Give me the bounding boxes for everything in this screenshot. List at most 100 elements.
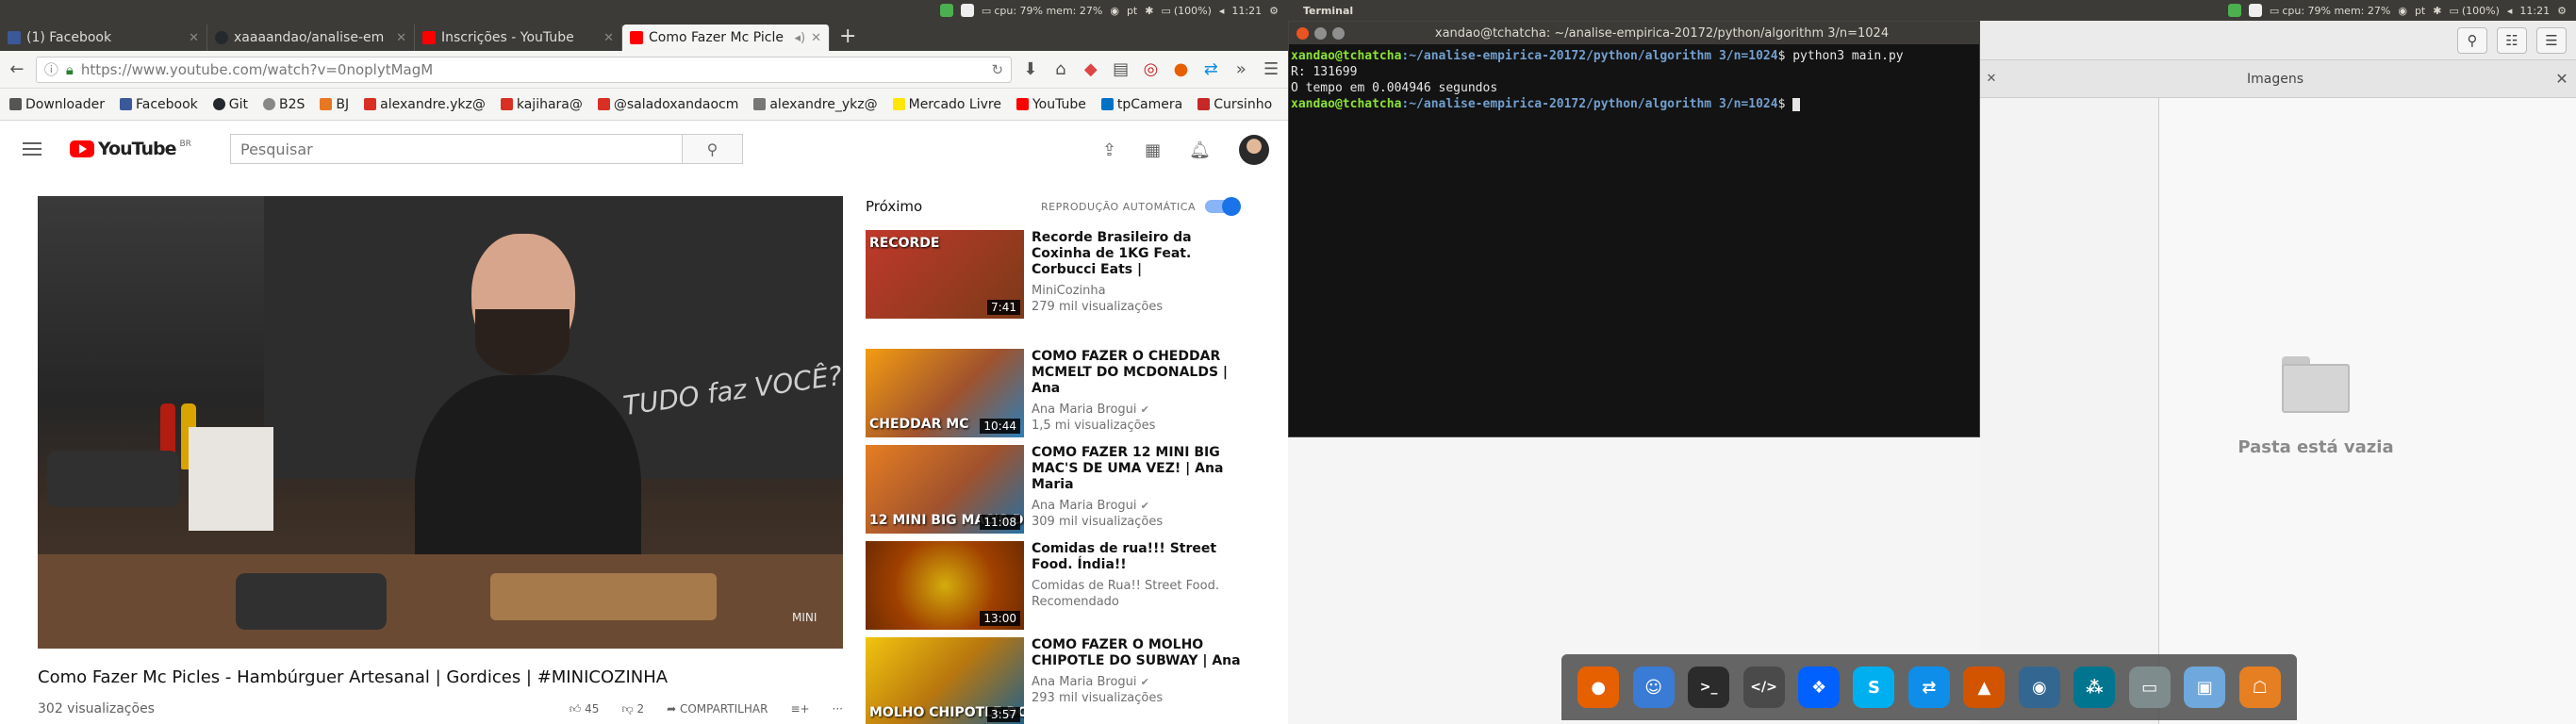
code-editor-icon[interactable]: </> <box>1742 666 1785 708</box>
keyboard-layout[interactable]: pt <box>2415 5 2425 17</box>
bookmark-youtube[interactable]: YouTube <box>1016 97 1086 112</box>
download-icon[interactable]: ⬇ <box>1019 59 1042 79</box>
wifi-icon[interactable]: ◉ <box>1110 5 1119 17</box>
video-thumbnail[interactable]: CHEDDAR MC 10:44 <box>866 349 1024 437</box>
video-player[interactable]: TUDO faz VOCÊ? MINI <box>38 196 843 649</box>
channel-name[interactable]: Ana Maria Brogui <box>1032 499 1137 513</box>
bookmark-gmail-salado[interactable]: @saladoxandaocm <box>597 97 738 112</box>
recommendation-item[interactable]: 12 MINI BIG MAC'S D 11:08 COMO FAZER 12 … <box>866 445 1262 534</box>
upload-icon[interactable]: ⇪ <box>1102 140 1116 160</box>
share-button[interactable]: ➦ COMPARTILHAR <box>667 702 768 716</box>
menu-icon[interactable]: ☰ <box>1260 59 1282 79</box>
channel-name[interactable]: Ana Maria Brogui <box>1032 403 1137 417</box>
autoplay-toggle[interactable] <box>1205 197 1241 216</box>
terminal-window[interactable]: xandao@tchatcha: ~/analise-empirica-2017… <box>1288 21 1980 437</box>
search-icon[interactable]: ⚲ <box>2457 26 2487 54</box>
wifi-icon[interactable]: ◉ <box>2398 5 2407 17</box>
tab-current-video[interactable]: Como Fazer Mc Picle ◂) ✕ <box>622 25 830 51</box>
pocket-icon[interactable]: ◆ <box>1080 59 1102 79</box>
youtube-logo[interactable]: YouTube BR <box>70 139 191 159</box>
search-input[interactable] <box>231 135 682 163</box>
terminal-titlebar[interactable]: xandao@tchatcha: ~/analise-empirica-2017… <box>1289 22 1979 44</box>
dislike-button[interactable]: 👎︎ 2 <box>621 702 644 716</box>
bookmark-tpcamera[interactable]: tpCamera <box>1100 97 1182 112</box>
teamviewer-icon[interactable]: ⇄ <box>1199 59 1222 79</box>
speaker-icon[interactable]: ◂) <box>794 31 805 45</box>
system-menu-icon[interactable]: ⚙ <box>1269 5 1279 17</box>
system-monitor[interactable]: ▭ cpu: 79% mem: 27% <box>982 5 1102 17</box>
clock[interactable]: 11:21 <box>1231 5 1262 17</box>
screenshot-indicator-icon[interactable] <box>960 4 974 17</box>
clock[interactable]: 11:21 <box>2519 5 2550 17</box>
bookmark-bj[interactable]: BJ <box>320 97 349 112</box>
virtualbox-icon[interactable]: ▣ <box>2184 666 2226 708</box>
channel-name[interactable]: Ana Maria Brogui <box>1032 675 1137 689</box>
channel-name[interactable]: Comidas de Rua!! Street Food. <box>1032 579 1250 593</box>
active-app-name[interactable]: Terminal <box>1303 5 1353 17</box>
video-thumbnail[interactable]: RECORDE 7:41 <box>866 230 1024 319</box>
back-button[interactable]: ← <box>6 59 28 79</box>
bookmark-facebook[interactable]: Facebook <box>119 97 198 112</box>
terminal-icon[interactable]: >_ <box>1688 666 1730 708</box>
bookmark-gmail-alexandre[interactable]: alexandre.ykz@ <box>364 97 486 112</box>
menu-icon[interactable]: ☰ <box>2536 26 2567 54</box>
bluetooth-icon[interactable]: ✱ <box>2433 5 2441 17</box>
volume-icon[interactable]: ◂ <box>2507 5 2513 17</box>
tab-github[interactable]: xaaaandao/analise-em ✕ <box>207 25 415 51</box>
search-button[interactable]: ⚲ <box>682 135 742 163</box>
recommendation-item[interactable]: RECORDE 7:41 Recorde Brasileiro da Coxin… <box>866 230 1262 319</box>
matlab-icon[interactable]: ▲ <box>1963 666 2006 708</box>
adblock-icon[interactable]: ◎ <box>1140 59 1163 79</box>
maximize-window-button[interactable] <box>1332 26 1345 40</box>
new-tab-button[interactable]: + <box>830 25 866 51</box>
close-tab-icon[interactable]: ✕ <box>1980 72 2003 86</box>
extension-icon[interactable]: ▤ <box>1110 59 1132 79</box>
video-thumbnail[interactable]: MOLHO CHIPOTLE DO SU 3:57 <box>866 637 1024 724</box>
update-indicator-icon[interactable] <box>2227 4 2241 17</box>
reload-icon[interactable]: ↻ <box>991 61 1003 78</box>
pgadmin-icon[interactable]: ◉ <box>2018 666 2060 708</box>
close-window-button[interactable] <box>1296 26 1309 40</box>
view-options-icon[interactable]: ☷ <box>2497 26 2527 54</box>
system-monitor[interactable]: ▭ cpu: 79% mem: 27% <box>2270 5 2390 17</box>
more-actions-icon[interactable]: ··· <box>833 702 843 716</box>
tab-youtube-subscriptions[interactable]: Inscrições - YouTube ✕ <box>415 25 622 51</box>
bookmark-git[interactable]: Git <box>212 97 248 112</box>
recommendation-title[interactable]: Recorde Brasileiro da Coxinha de 1KG Fea… <box>1032 230 1250 278</box>
dropbox-icon[interactable]: ❖ <box>1798 666 1841 708</box>
tab-facebook[interactable]: (1) Facebook ✕ <box>0 25 207 51</box>
system-menu-icon[interactable]: ⚙ <box>2557 5 2567 17</box>
close-icon[interactable]: ✕ <box>396 31 406 45</box>
battery-indicator[interactable]: ▭ (100%) <box>1161 5 1211 17</box>
mysql-workbench-icon[interactable]: ⁂ <box>2073 666 2116 708</box>
bookmark-cursinho[interactable]: Cursinho <box>1197 97 1272 112</box>
network-tool-icon[interactable]: ☖ <box>2238 666 2281 708</box>
video-thumbnail[interactable]: 12 MINI BIG MAC'S D 11:08 <box>866 445 1024 534</box>
notifications-bell-icon[interactable]: 🔔︎ <box>1189 140 1211 160</box>
bookmark-b2s[interactable]: B2S <box>263 97 305 112</box>
recommendation-title[interactable]: Comidas de rua!!! Street Food. Índia!! <box>1032 541 1250 573</box>
info-icon[interactable]: ⓘ <box>44 59 58 79</box>
volume-icon[interactable]: ◂ <box>1219 5 1225 17</box>
home-icon[interactable]: ⌂ <box>1049 59 1072 79</box>
screenshot-indicator-icon[interactable] <box>2248 4 2262 17</box>
keyboard-layout[interactable]: pt <box>1127 5 1137 17</box>
finder-icon[interactable]: ☺ <box>1632 666 1675 708</box>
bookmark-downloader[interactable]: Downloader <box>9 97 105 112</box>
minimize-window-button[interactable] <box>1314 26 1327 40</box>
recommendation-title[interactable]: COMO FAZER O CHEDDAR MCMELT DO MCDONALDS… <box>1032 349 1250 397</box>
bookmark-mercado-livre[interactable]: Mercado Livre <box>892 97 1001 112</box>
firefox-icon[interactable]: ● <box>1169 59 1192 79</box>
url-bar[interactable]: ⓘ 🔒︎ https://www.youtube.com/watch?v=0no… <box>35 56 1013 83</box>
close-icon[interactable]: ✕ <box>811 31 821 45</box>
add-to-playlist-icon[interactable]: ≡+ <box>790 702 809 716</box>
disks-icon[interactable]: ▭ <box>2128 666 2171 708</box>
terminal-output[interactable]: xandao@tchatcha:~/analise-empirica-20172… <box>1289 44 1979 116</box>
teamviewer-icon[interactable]: ⇄ <box>1907 666 1950 708</box>
apps-grid-icon[interactable]: ▦ <box>1145 140 1161 160</box>
firefox-icon[interactable]: ● <box>1577 666 1620 708</box>
tab-images[interactable]: Imagens <box>2003 72 2548 87</box>
avatar[interactable] <box>1239 135 1269 165</box>
close-tab-icon[interactable]: ✕ <box>2548 70 2576 88</box>
battery-indicator[interactable]: ▭ (100%) <box>2449 5 2499 17</box>
